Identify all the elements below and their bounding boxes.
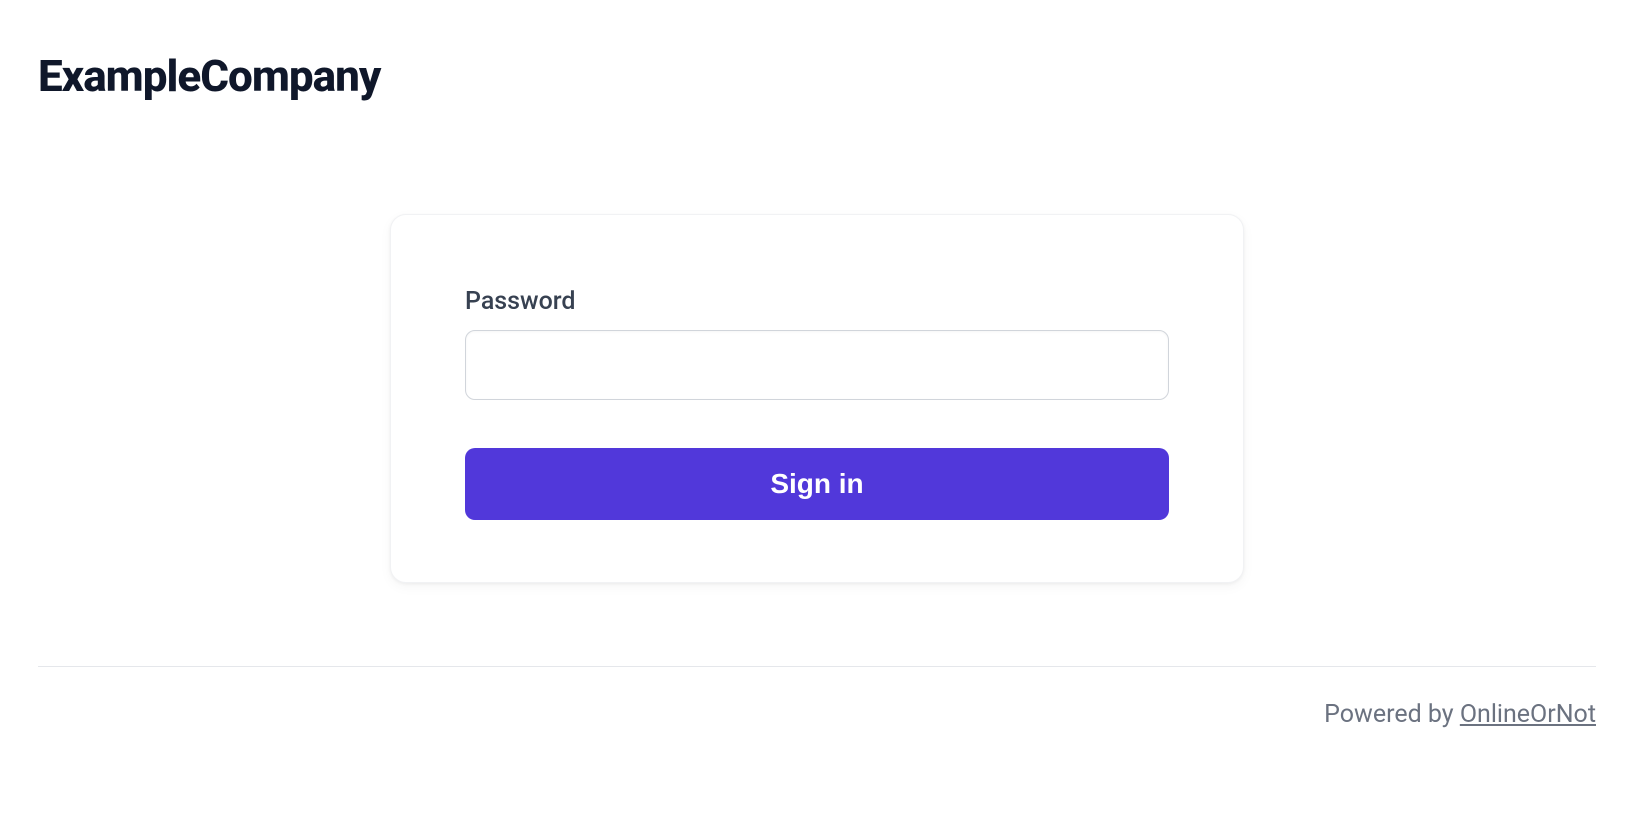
footer-prefix: Powered by xyxy=(1324,700,1460,729)
footer-text: Powered by OnlineOrNot xyxy=(1324,700,1596,729)
signin-card: Password Sign in xyxy=(390,214,1244,583)
footer-divider xyxy=(38,666,1596,667)
password-input[interactable] xyxy=(465,330,1169,400)
footer-link[interactable]: OnlineOrNot xyxy=(1460,700,1596,729)
brand-title: ExampleCompany xyxy=(38,50,380,102)
signin-button[interactable]: Sign in xyxy=(465,448,1169,520)
password-label: Password xyxy=(465,287,1169,316)
